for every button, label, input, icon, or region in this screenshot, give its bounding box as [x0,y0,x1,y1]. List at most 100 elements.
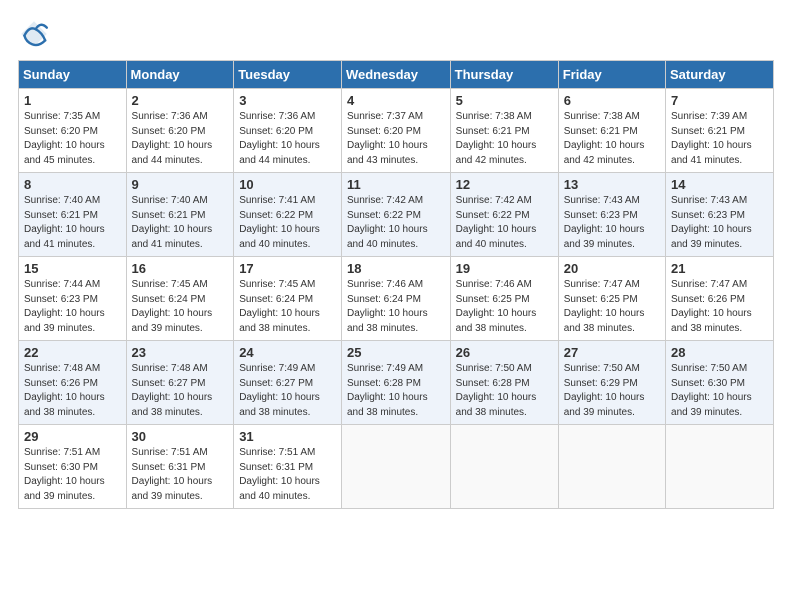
calendar-header-row: Sunday Monday Tuesday Wednesday Thursday… [19,61,774,89]
day-info: Sunrise: 7:46 AMSunset: 6:25 PMDaylight:… [456,279,537,334]
table-cell: 7 Sunrise: 7:39 AMSunset: 6:21 PMDayligh… [666,89,774,173]
table-cell: 17 Sunrise: 7:45 AMSunset: 6:24 PMDaylig… [234,257,342,341]
table-cell: 18 Sunrise: 7:46 AMSunset: 6:24 PMDaylig… [341,257,450,341]
day-info: Sunrise: 7:40 AMSunset: 6:21 PMDaylight:… [132,195,213,250]
day-number: 1 [24,93,121,108]
table-cell: 10 Sunrise: 7:41 AMSunset: 6:22 PMDaylig… [234,173,342,257]
day-info: Sunrise: 7:40 AMSunset: 6:21 PMDaylight:… [24,195,105,250]
day-number: 16 [132,261,229,276]
calendar-week-row: 8 Sunrise: 7:40 AMSunset: 6:21 PMDayligh… [19,173,774,257]
day-info: Sunrise: 7:36 AMSunset: 6:20 PMDaylight:… [239,111,320,166]
day-number: 4 [347,93,445,108]
day-number: 12 [456,177,553,192]
day-number: 31 [239,429,336,444]
day-number: 6 [564,93,660,108]
day-number: 3 [239,93,336,108]
col-sunday: Sunday [19,61,127,89]
day-info: Sunrise: 7:39 AMSunset: 6:21 PMDaylight:… [671,111,752,166]
day-info: Sunrise: 7:51 AMSunset: 6:31 PMDaylight:… [132,447,213,502]
table-cell: 15 Sunrise: 7:44 AMSunset: 6:23 PMDaylig… [19,257,127,341]
day-number: 14 [671,177,768,192]
table-cell: 24 Sunrise: 7:49 AMSunset: 6:27 PMDaylig… [234,341,342,425]
table-cell [341,425,450,509]
table-cell: 28 Sunrise: 7:50 AMSunset: 6:30 PMDaylig… [666,341,774,425]
col-tuesday: Tuesday [234,61,342,89]
table-cell: 25 Sunrise: 7:49 AMSunset: 6:28 PMDaylig… [341,341,450,425]
day-info: Sunrise: 7:42 AMSunset: 6:22 PMDaylight:… [347,195,428,250]
table-cell: 14 Sunrise: 7:43 AMSunset: 6:23 PMDaylig… [666,173,774,257]
day-number: 11 [347,177,445,192]
table-cell: 22 Sunrise: 7:48 AMSunset: 6:26 PMDaylig… [19,341,127,425]
day-info: Sunrise: 7:51 AMSunset: 6:31 PMDaylight:… [239,447,320,502]
day-number: 30 [132,429,229,444]
day-number: 29 [24,429,121,444]
day-number: 22 [24,345,121,360]
col-monday: Monday [126,61,234,89]
day-info: Sunrise: 7:47 AMSunset: 6:25 PMDaylight:… [564,279,645,334]
day-number: 13 [564,177,660,192]
calendar-week-row: 15 Sunrise: 7:44 AMSunset: 6:23 PMDaylig… [19,257,774,341]
table-cell: 12 Sunrise: 7:42 AMSunset: 6:22 PMDaylig… [450,173,558,257]
table-cell [558,425,665,509]
day-info: Sunrise: 7:42 AMSunset: 6:22 PMDaylight:… [456,195,537,250]
day-info: Sunrise: 7:37 AMSunset: 6:20 PMDaylight:… [347,111,428,166]
table-cell: 16 Sunrise: 7:45 AMSunset: 6:24 PMDaylig… [126,257,234,341]
table-cell: 3 Sunrise: 7:36 AMSunset: 6:20 PMDayligh… [234,89,342,173]
table-cell: 26 Sunrise: 7:50 AMSunset: 6:28 PMDaylig… [450,341,558,425]
table-cell: 5 Sunrise: 7:38 AMSunset: 6:21 PMDayligh… [450,89,558,173]
day-info: Sunrise: 7:45 AMSunset: 6:24 PMDaylight:… [132,279,213,334]
day-number: 20 [564,261,660,276]
day-info: Sunrise: 7:43 AMSunset: 6:23 PMDaylight:… [671,195,752,250]
table-cell: 21 Sunrise: 7:47 AMSunset: 6:26 PMDaylig… [666,257,774,341]
day-info: Sunrise: 7:38 AMSunset: 6:21 PMDaylight:… [456,111,537,166]
day-info: Sunrise: 7:51 AMSunset: 6:30 PMDaylight:… [24,447,105,502]
table-cell: 20 Sunrise: 7:47 AMSunset: 6:25 PMDaylig… [558,257,665,341]
calendar-week-row: 22 Sunrise: 7:48 AMSunset: 6:26 PMDaylig… [19,341,774,425]
table-cell: 6 Sunrise: 7:38 AMSunset: 6:21 PMDayligh… [558,89,665,173]
table-cell: 29 Sunrise: 7:51 AMSunset: 6:30 PMDaylig… [19,425,127,509]
table-cell: 2 Sunrise: 7:36 AMSunset: 6:20 PMDayligh… [126,89,234,173]
day-number: 5 [456,93,553,108]
table-cell: 4 Sunrise: 7:37 AMSunset: 6:20 PMDayligh… [341,89,450,173]
day-info: Sunrise: 7:50 AMSunset: 6:29 PMDaylight:… [564,363,645,418]
day-number: 17 [239,261,336,276]
day-number: 9 [132,177,229,192]
day-number: 23 [132,345,229,360]
table-cell: 30 Sunrise: 7:51 AMSunset: 6:31 PMDaylig… [126,425,234,509]
day-info: Sunrise: 7:50 AMSunset: 6:30 PMDaylight:… [671,363,752,418]
day-info: Sunrise: 7:50 AMSunset: 6:28 PMDaylight:… [456,363,537,418]
calendar-table: Sunday Monday Tuesday Wednesday Thursday… [18,60,774,509]
calendar-week-row: 29 Sunrise: 7:51 AMSunset: 6:30 PMDaylig… [19,425,774,509]
day-info: Sunrise: 7:49 AMSunset: 6:27 PMDaylight:… [239,363,320,418]
col-saturday: Saturday [666,61,774,89]
day-info: Sunrise: 7:35 AMSunset: 6:20 PMDaylight:… [24,111,105,166]
table-cell: 9 Sunrise: 7:40 AMSunset: 6:21 PMDayligh… [126,173,234,257]
day-number: 7 [671,93,768,108]
day-info: Sunrise: 7:43 AMSunset: 6:23 PMDaylight:… [564,195,645,250]
day-info: Sunrise: 7:45 AMSunset: 6:24 PMDaylight:… [239,279,320,334]
day-info: Sunrise: 7:48 AMSunset: 6:26 PMDaylight:… [24,363,105,418]
day-number: 21 [671,261,768,276]
day-number: 28 [671,345,768,360]
table-cell: 13 Sunrise: 7:43 AMSunset: 6:23 PMDaylig… [558,173,665,257]
day-number: 25 [347,345,445,360]
table-cell: 23 Sunrise: 7:48 AMSunset: 6:27 PMDaylig… [126,341,234,425]
col-thursday: Thursday [450,61,558,89]
table-cell: 11 Sunrise: 7:42 AMSunset: 6:22 PMDaylig… [341,173,450,257]
table-cell [666,425,774,509]
day-number: 10 [239,177,336,192]
table-cell: 1 Sunrise: 7:35 AMSunset: 6:20 PMDayligh… [19,89,127,173]
day-info: Sunrise: 7:46 AMSunset: 6:24 PMDaylight:… [347,279,428,334]
calendar-week-row: 1 Sunrise: 7:35 AMSunset: 6:20 PMDayligh… [19,89,774,173]
col-friday: Friday [558,61,665,89]
day-info: Sunrise: 7:41 AMSunset: 6:22 PMDaylight:… [239,195,320,250]
day-number: 26 [456,345,553,360]
day-info: Sunrise: 7:44 AMSunset: 6:23 PMDaylight:… [24,279,105,334]
header [18,18,774,50]
day-number: 27 [564,345,660,360]
day-number: 2 [132,93,229,108]
day-number: 8 [24,177,121,192]
day-number: 24 [239,345,336,360]
day-info: Sunrise: 7:47 AMSunset: 6:26 PMDaylight:… [671,279,752,334]
day-info: Sunrise: 7:49 AMSunset: 6:28 PMDaylight:… [347,363,428,418]
